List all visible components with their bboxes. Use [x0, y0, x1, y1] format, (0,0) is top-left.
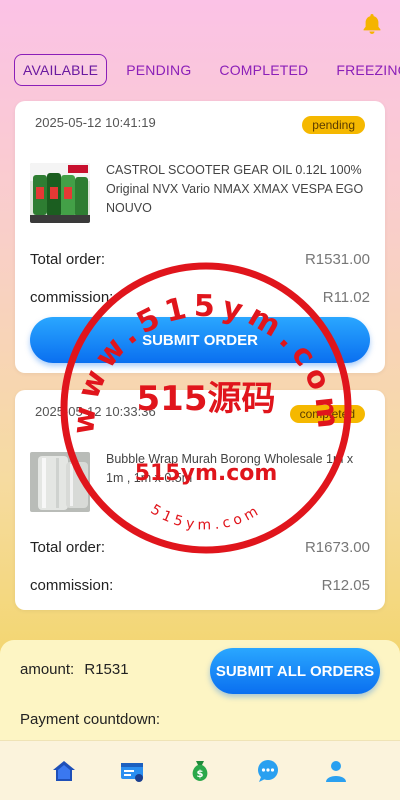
chat-icon[interactable]	[255, 758, 281, 784]
commission-row: commission: R12.05	[30, 577, 370, 594]
order-card: 2025-05-12 10:41:19 pending CASTROL SCOO…	[15, 101, 385, 373]
svg-text:$: $	[197, 769, 204, 780]
tab-freezing[interactable]: FREEZING	[327, 54, 400, 86]
amount-label: amount:	[20, 661, 75, 678]
total-order-label: Total order:	[30, 251, 106, 268]
tab-pending[interactable]: PENDING	[117, 54, 200, 86]
tab-completed[interactable]: COMPLETED	[210, 54, 317, 86]
commission-label: commission:	[30, 289, 114, 306]
money-bag-icon[interactable]: $	[187, 758, 213, 784]
payment-countdown-label: Payment countdown:	[20, 711, 161, 728]
profile-icon[interactable]	[323, 758, 349, 784]
order-time: 2025-05-12 10:33:36	[35, 404, 156, 419]
commission-value: R11.02	[322, 289, 370, 306]
bell-icon[interactable]	[360, 12, 384, 36]
product-name: Bubble Wrap Murah Borong Wholesale 1m x …	[106, 452, 354, 485]
top-bar	[0, 0, 400, 50]
tab-available[interactable]: AVAILABLE	[14, 54, 108, 86]
commission-label: commission:	[30, 577, 114, 594]
submit-all-orders-button[interactable]: SUBMIT ALL ORDERS	[210, 648, 380, 694]
total-order-value: R1673.00	[304, 539, 370, 556]
total-order-value: R1531.00	[304, 251, 370, 268]
commission-row: commission: R11.02	[30, 289, 370, 306]
total-order-label: Total order:	[30, 539, 106, 556]
commission-value: R12.05	[321, 577, 370, 594]
order-time: 2025-05-12 10:41:19	[35, 115, 156, 130]
orders-icon[interactable]	[119, 758, 145, 784]
home-icon[interactable]	[51, 758, 77, 784]
bottom-nav: $	[0, 740, 400, 800]
amount-line: amount: R1531	[20, 661, 129, 678]
amount-value: R1531	[84, 661, 129, 678]
total-order-row: Total order: R1673.00	[30, 539, 370, 556]
status-tabs: AVAILABLE PENDING COMPLETED FREEZING	[14, 54, 400, 86]
product-name: CASTROL SCOOTER GEAR OIL 0.12L 100% Orig…	[106, 163, 364, 215]
submit-order-button[interactable]: SUBMIT ORDER	[30, 317, 370, 363]
order-card: 2025-05-12 10:33:36 completed Bubble Wra…	[15, 390, 385, 610]
product-image	[30, 163, 90, 223]
status-badge: pending	[302, 116, 365, 134]
product-image	[30, 452, 90, 512]
footer-panel: amount: R1531 SUBMIT ALL ORDERS Payment …	[0, 640, 400, 740]
status-badge: completed	[289, 405, 365, 423]
total-order-row: Total order: R1531.00	[30, 251, 370, 268]
